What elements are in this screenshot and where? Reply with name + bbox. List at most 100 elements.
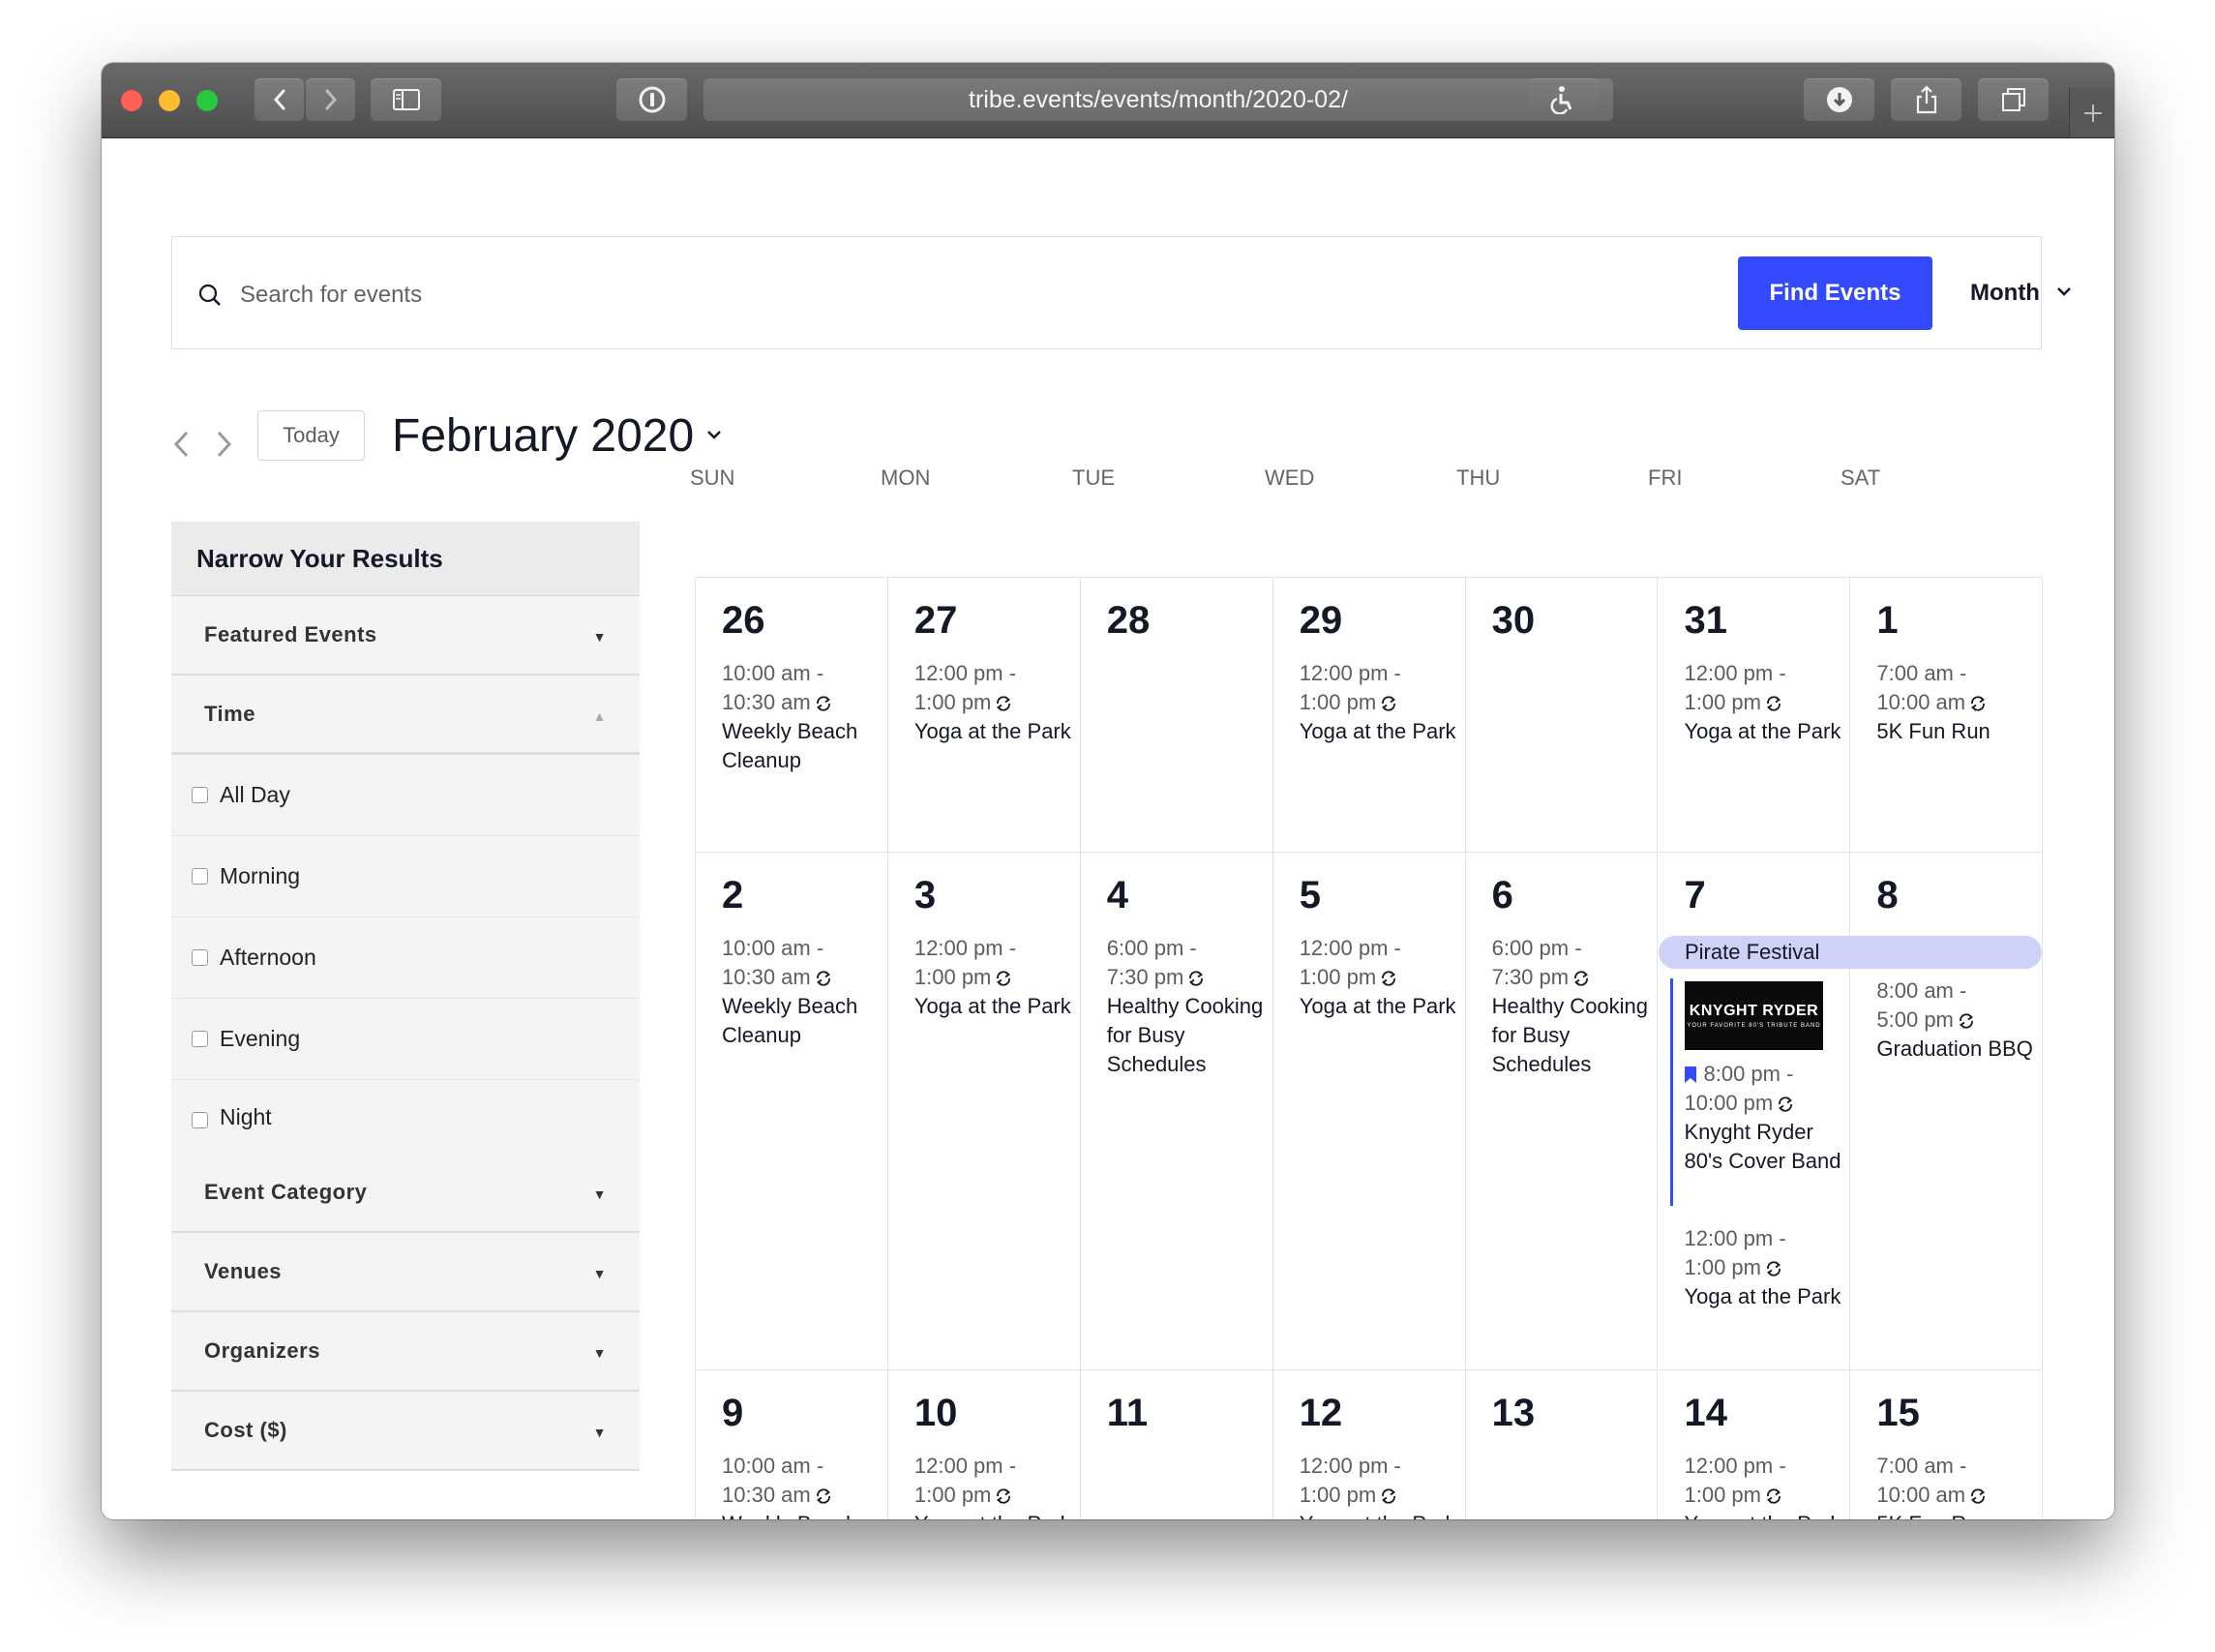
event-title[interactable]: Healthy Cooking for Busy Schedules [1107, 992, 1272, 1079]
minimize-window-button[interactable] [159, 90, 180, 111]
day-number[interactable]: 28 [1107, 599, 1151, 643]
event-title[interactable]: Healthy Cooking for Busy Schedules [1492, 992, 1657, 1079]
day-number[interactable]: 11 [1107, 1392, 1148, 1435]
day-number[interactable]: 1 [1876, 599, 1898, 643]
calendar-event[interactable]: 12:00 pm - 1:00 pm Yoga at the Park [1300, 934, 1464, 1021]
day-number[interactable]: 7 [1685, 874, 1706, 917]
calendar-event[interactable]: 8:00 pm - 10:00 pm Knyght Ryder 80's Cover… [1684, 1060, 1849, 1176]
time-option-all-day[interactable]: All Day [171, 755, 640, 836]
event-title[interactable]: 5K Fun Run [1876, 717, 2041, 746]
find-events-button[interactable]: Find Events [1738, 256, 1932, 330]
event-title[interactable]: Yoga at the Park [1685, 1282, 1849, 1311]
calendar-event[interactable]: 6:00 pm - 7:30 pm Healthy Cooking for Busy… [1492, 934, 1657, 1079]
time-option-evening[interactable]: Evening [171, 999, 640, 1080]
calendar-event[interactable]: 7:00 am - 10:00 am 5K Fun Run [1876, 1452, 2041, 1519]
tabs-overview-button[interactable] [1978, 78, 2049, 121]
day-number[interactable]: 12 [1300, 1392, 1343, 1435]
calendar-event[interactable]: 12:00 pm - 1:00 pm Yoga at the Park [914, 1452, 1079, 1519]
event-title[interactable]: Weekly Beach Cleanup [722, 1510, 886, 1519]
day-number[interactable]: 3 [914, 874, 936, 917]
calendar-day-cell[interactable]: 6 6:00 pm - 7:30 pm Healthy Cooking for Bus… [1465, 853, 1659, 1370]
checkbox[interactable] [192, 868, 208, 885]
event-title[interactable]: Yoga at the Park [1685, 717, 1849, 746]
calendar-day-cell[interactable]: 9 10:00 am - 10:30 am Weekly Beach Cleanup [696, 1370, 888, 1519]
calendar-event[interactable]: 7:00 am - 10:00 am 5K Fun Run [1876, 659, 2041, 746]
calendar-day-cell[interactable]: 13 [1466, 1370, 1659, 1519]
calendar-day-cell[interactable]: 27 12:00 pm - 1:00 pm Yoga at the Park [887, 578, 1081, 853]
time-option-morning[interactable]: Morning [171, 836, 640, 917]
calendar-event[interactable]: 12:00 pm - 1:00 pm Yoga at the Park [914, 659, 1079, 746]
calendar-day-cell[interactable]: 5 12:00 pm - 1:00 pm Yoga at the Park [1272, 853, 1466, 1370]
event-title[interactable]: Yoga at the Park [914, 992, 1079, 1021]
calendar-day-cell[interactable]: 2 10:00 am - 10:30 am Weekly Beach Cleanup [696, 853, 888, 1370]
today-button[interactable]: Today [257, 410, 365, 461]
filter-cost[interactable]: Cost ($) ▼ [171, 1392, 640, 1471]
calendar-event[interactable]: 10:00 am - 10:30 am Weekly Beach Cleanup [722, 934, 886, 1050]
calendar-day-cell[interactable]: 7 8:00 pm - 10:00 pm Knyght Ryder 80's Cove… [1658, 853, 1851, 1370]
previous-month-arrow-icon[interactable] [171, 429, 193, 460]
event-title[interactable]: Weekly Beach Cleanup [722, 717, 886, 775]
calendar-event[interactable]: 12:00 pm - 1:00 pm Yoga at the Park [1300, 659, 1464, 746]
calendar-day-cell[interactable]: 15 7:00 am - 10:00 am 5K Fun Run [1850, 1370, 2044, 1519]
calendar-day-cell[interactable]: 29 12:00 pm - 1:00 pm Yoga at the Park [1272, 578, 1466, 853]
chevron-down-icon[interactable] [706, 429, 722, 440]
calendar-day-cell[interactable]: 14 12:00 pm - 1:00 pm Yoga at the Park [1659, 1370, 1851, 1519]
checkbox[interactable] [192, 949, 208, 966]
event-title[interactable]: Graduation BBQ [1876, 1035, 2041, 1064]
calendar-day-cell[interactable]: 1 7:00 am - 10:00 am 5K Fun Run [1850, 578, 2044, 853]
address-bar[interactable]: tribe.events/events/month/2020-02/ [703, 78, 1613, 121]
day-number[interactable]: 9 [722, 1392, 743, 1435]
event-title[interactable]: Yoga at the Park [914, 717, 1079, 746]
search-input[interactable]: Search for events [240, 282, 422, 309]
event-title[interactable]: Yoga at the Park [914, 1510, 1079, 1519]
event-title[interactable]: Yoga at the Park [1300, 992, 1464, 1021]
day-number[interactable]: 6 [1492, 874, 1513, 917]
calendar-day-cell[interactable]: 26 10:00 am - 10:30 am Weekly Beach Cleanup [696, 578, 888, 853]
day-number[interactable]: 8 [1876, 874, 1898, 917]
calendar-day-cell[interactable]: 11 [1081, 1370, 1273, 1519]
event-title[interactable]: Weekly Beach Cleanup [722, 992, 886, 1050]
time-option-afternoon[interactable]: Afternoon [171, 917, 640, 999]
day-number[interactable]: 13 [1492, 1392, 1536, 1435]
day-number[interactable]: 26 [722, 599, 765, 643]
calendar-event[interactable]: 12:00 pm - 1:00 pm Yoga at the Park [1300, 1452, 1464, 1519]
filter-venues[interactable]: Venues ▼ [171, 1233, 640, 1312]
calendar-event[interactable]: 8:00 am - 5:00 pm Graduation BBQ [1876, 976, 2041, 1064]
multiday-event-pirate-festival[interactable]: Pirate Festival [1659, 936, 2042, 969]
checkbox[interactable] [192, 1031, 208, 1047]
event-title[interactable]: Yoga at the Park [1685, 1510, 1849, 1519]
day-number[interactable]: 5 [1300, 874, 1321, 917]
calendar-event[interactable]: 6:00 pm - 7:30 pm Healthy Cooking for Busy… [1107, 934, 1272, 1079]
calendar-event[interactable]: 12:00 pm - 1:00 pm Yoga at the Park [1685, 1224, 1849, 1311]
close-window-button[interactable] [121, 90, 142, 111]
day-number[interactable]: 10 [914, 1392, 958, 1435]
calendar-day-cell[interactable]: 8 8:00 am - 5:00 pm Graduation BBQ [1850, 853, 2044, 1370]
chevron-down-icon[interactable] [2056, 285, 2072, 297]
calendar-day-cell[interactable]: 28 [1080, 578, 1273, 853]
sidebar-toggle-button[interactable] [371, 78, 441, 121]
filter-time[interactable]: Time ▲ [171, 676, 640, 755]
day-number[interactable]: 27 [914, 599, 958, 643]
view-selector[interactable]: Month [1970, 280, 2040, 307]
event-title[interactable]: Yoga at the Park [1300, 1510, 1464, 1519]
calendar-day-cell[interactable]: 12 12:00 pm - 1:00 pm Yoga at the Park [1273, 1370, 1466, 1519]
calendar-day-cell[interactable]: 10 12:00 pm - 1:00 pm Yoga at the Park [888, 1370, 1081, 1519]
downloads-button[interactable] [1804, 78, 1874, 121]
calendar-day-cell[interactable]: 3 12:00 pm - 1:00 pm Yoga at the Park [887, 853, 1081, 1370]
password-manager-button[interactable] [616, 78, 687, 121]
new-tab-button[interactable] [2069, 88, 2114, 137]
day-number[interactable]: 15 [1876, 1392, 1920, 1435]
day-number[interactable]: 14 [1685, 1392, 1728, 1435]
day-number[interactable]: 4 [1107, 874, 1128, 917]
filter-organizers[interactable]: Organizers ▼ [171, 1312, 640, 1392]
calendar-event[interactable]: 12:00 pm - 1:00 pm Yoga at the Park [1685, 659, 1849, 746]
calendar-event[interactable]: 10:00 am - 10:30 am Weekly Beach Cleanup [722, 659, 886, 775]
zoom-window-button[interactable] [196, 90, 218, 111]
calendar-event[interactable]: 12:00 pm - 1:00 pm Yoga at the Park [914, 934, 1079, 1021]
day-number[interactable]: 30 [1492, 599, 1536, 643]
checkbox[interactable] [192, 787, 208, 803]
forward-button[interactable] [306, 78, 355, 121]
month-title[interactable]: February 2020 [392, 409, 694, 463]
calendar-day-cell[interactable]: 31 12:00 pm - 1:00 pm Yoga at the Park [1658, 578, 1851, 853]
back-button[interactable] [254, 78, 304, 121]
